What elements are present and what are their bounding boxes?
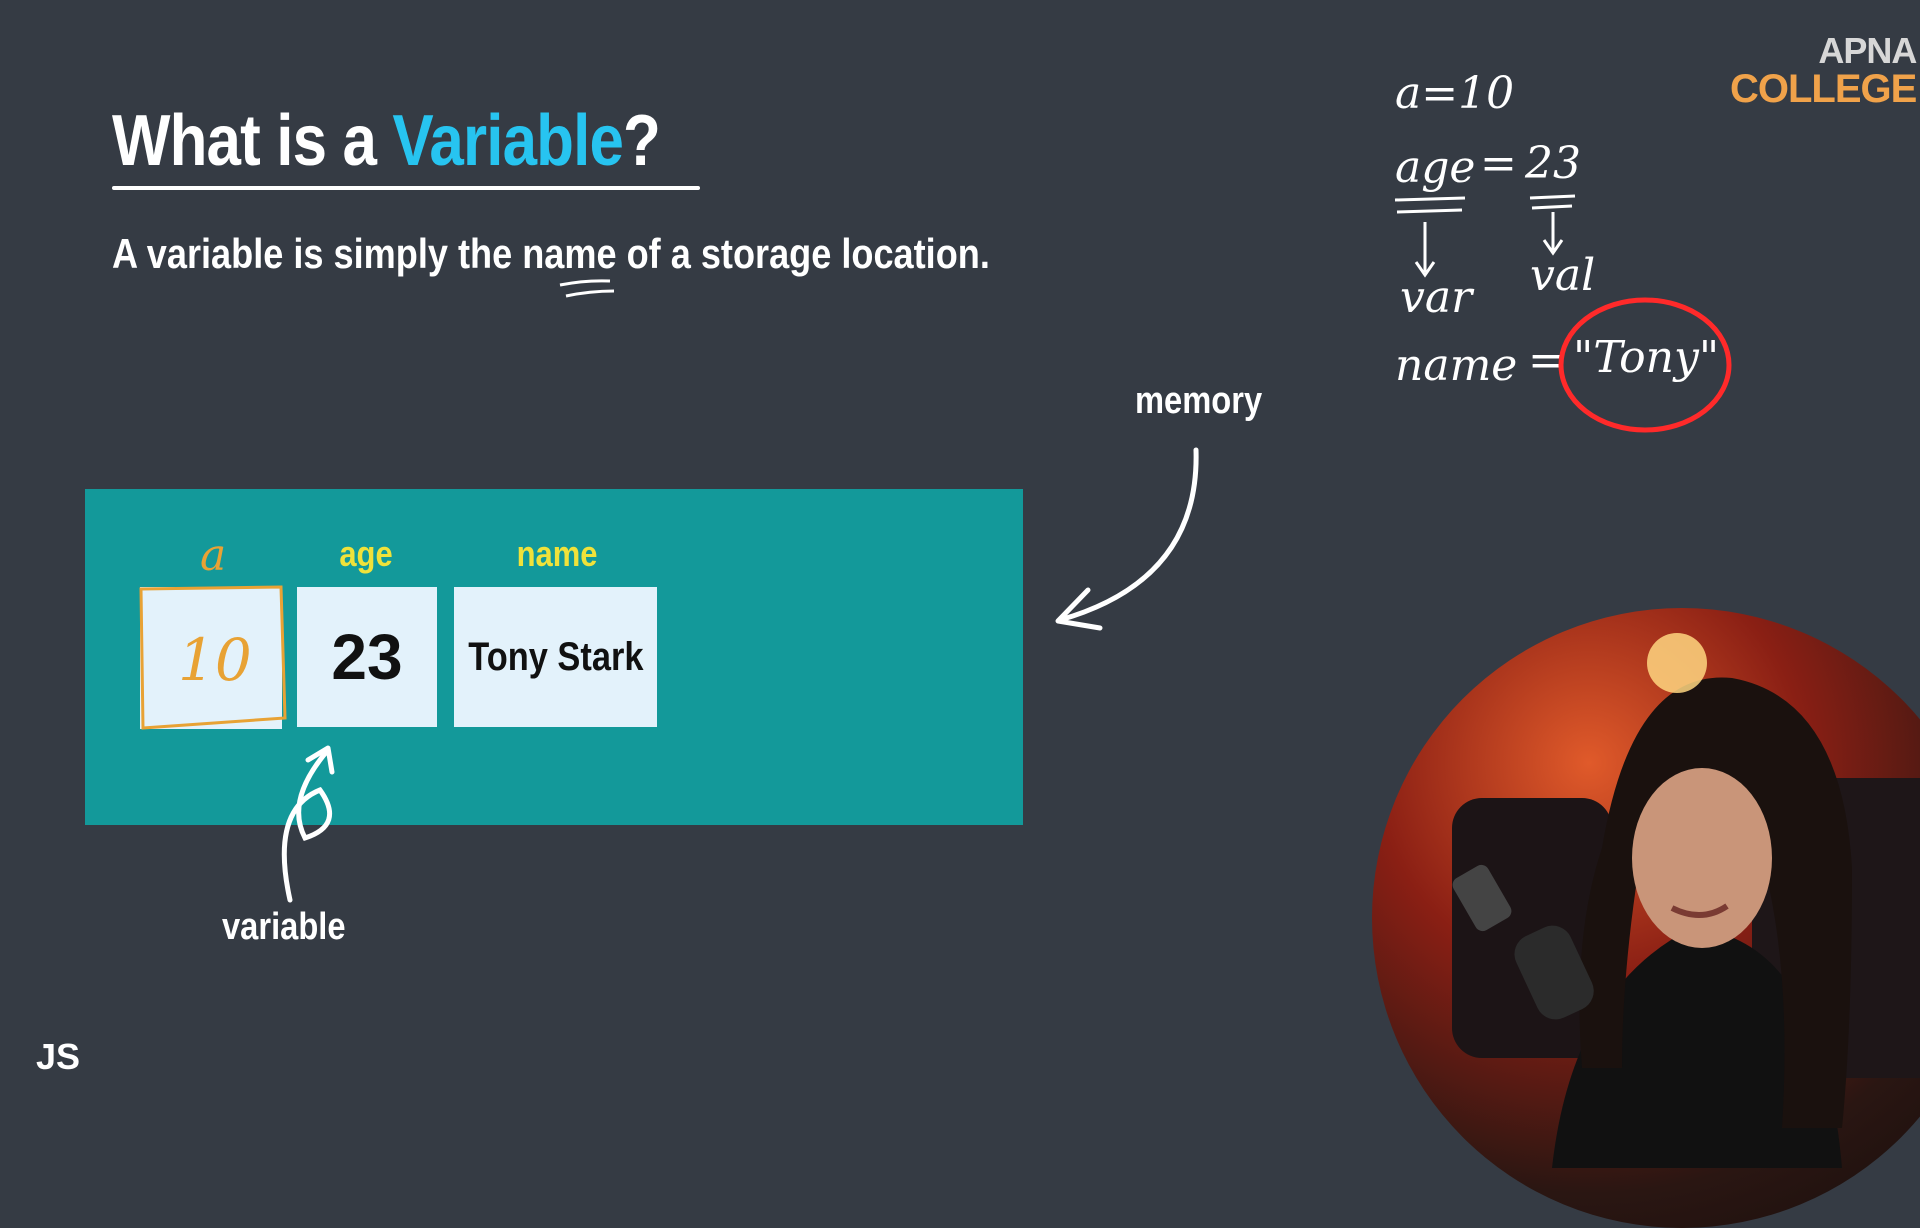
name-underline-1 (559, 279, 611, 287)
handwritten-notes: a=10 age = 23 var val name = "Tony" (1395, 68, 1719, 391)
variable-arrow (281, 747, 332, 903)
cell-label-a: a (200, 530, 226, 581)
note-tony: "Tony" (1573, 332, 1719, 383)
note-age: age (1395, 142, 1475, 193)
annotation-layer: a 10 a=10 age = 23 var val name = "Tony" (139, 68, 1732, 903)
note-23: 23 (1524, 138, 1581, 189)
note-var: var (1400, 272, 1475, 323)
arrow-to-val-icon (1542, 212, 1564, 256)
note-val: val (1530, 250, 1595, 301)
note-a-equals-10: a=10 (1395, 68, 1514, 119)
name-underline-2 (565, 289, 615, 298)
arrow-to-var-icon (1414, 222, 1436, 278)
note-age-eq: = (1480, 138, 1517, 189)
note-name: name (1395, 340, 1517, 391)
cell-value-a: 10 (178, 626, 252, 694)
